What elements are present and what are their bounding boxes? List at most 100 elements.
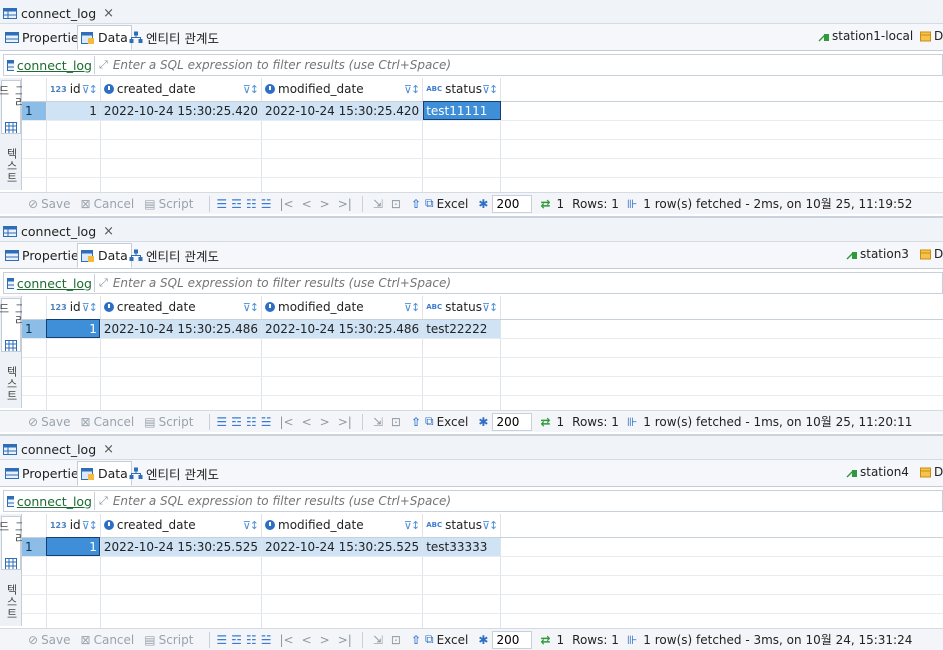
column-header-id[interactable]: 123 id ⊽↕ [46,78,101,102]
editor-tab[interactable]: connect_log × [3,439,114,459]
table-row[interactable]: 1 1 2022-10-24 15:30:25.420 2022-10-24 1… [22,101,943,121]
fetch-next-icon[interactable]: ⇲ [373,415,383,429]
close-icon[interactable]: × [103,6,114,21]
close-icon[interactable]: × [103,224,114,239]
tab-properties[interactable]: Properties [2,461,88,486]
row-number-header[interactable] [22,78,47,102]
edit-row-icon[interactable]: ☰ [216,415,227,429]
cell-created-date[interactable]: 2022-10-24 15:30:25.525 [100,537,263,557]
cell-status[interactable]: test33333 [422,537,502,557]
table-row[interactable]: 1 1 2022-10-24 15:30:25.486 2022-10-24 1… [22,319,943,339]
column-header-status[interactable]: ABC status ⊽↕ [422,78,502,102]
tab-properties[interactable]: Properties [2,243,88,268]
cell-created-date[interactable]: 2022-10-24 15:30:25.420 [100,101,263,121]
refresh-icon[interactable]: ⇄ [540,415,550,429]
grid-view-tab[interactable]: 그리드 [0,298,26,352]
first-page-icon[interactable]: |< [279,633,293,647]
row-number[interactable]: 1 [22,319,47,339]
cell-modified-date[interactable]: 2022-10-24 15:30:25.420 [261,101,424,121]
cell-created-date[interactable]: 2022-10-24 15:30:25.486 [100,319,263,339]
column-header-created-date[interactable]: created_date ⊽↕ [100,296,263,320]
results-grid[interactable]: 123 id ⊽↕ created_date ⊽↕ modified_date ⊽↕ A… [22,514,943,633]
column-header-status[interactable]: ABC status ⊽↕ [422,296,502,320]
filter-sort-icon[interactable]: ⊽↕ [482,83,498,96]
column-header-id[interactable]: 123 id ⊽↕ [46,296,101,320]
fetch-all-icon[interactable]: ⊡ [391,633,401,647]
edit-row-icon[interactable]: ☰ [216,197,227,211]
add-row-icon[interactable]: ☲ [231,197,242,211]
close-icon[interactable]: × [103,442,114,457]
refresh-icon[interactable]: ⇄ [540,633,550,647]
results-grid[interactable]: 123 id ⊽↕ created_date ⊽↕ modified_date ⊽↕ A… [22,296,943,415]
datasource-indicator[interactable]: D [920,29,943,43]
next-page-icon[interactable]: > [320,415,330,429]
cell-status[interactable]: test11111 [422,101,502,121]
export-icon[interactable]: ⇧ [411,197,421,211]
previous-page-icon[interactable]: < [302,197,312,211]
filter-input[interactable] [112,58,813,72]
first-page-icon[interactable]: |< [279,415,293,429]
next-page-icon[interactable]: > [320,633,330,647]
text-view-tab[interactable]: 텍스트 [1,580,21,624]
fetch-next-icon[interactable]: ⇲ [373,633,383,647]
column-header-created-date[interactable]: created_date ⊽↕ [100,514,263,538]
cell-modified-date[interactable]: 2022-10-24 15:30:25.525 [261,537,424,557]
filter-sort-icon[interactable]: ⊽↕ [82,301,98,314]
connection-indicator[interactable]: station1-local [818,29,913,43]
grid-view-tab[interactable]: 그리드 [0,80,26,134]
next-page-icon[interactable]: > [320,197,330,211]
copy-row-icon[interactable]: ☷ [246,197,257,211]
first-page-icon[interactable]: |< [279,197,293,211]
save-button[interactable]: ⊘ Save [28,633,71,647]
cell-status[interactable]: test22222 [422,319,502,339]
filter-sort-icon[interactable]: ⊽↕ [243,83,259,96]
delete-row-icon[interactable]: ☱ [261,197,272,211]
tab-data[interactable]: Data [77,461,132,486]
fetch-size-input[interactable] [492,630,533,649]
delete-row-icon[interactable]: ☱ [261,633,272,647]
filter-sort-icon[interactable]: ⊽↕ [82,83,98,96]
connection-indicator[interactable]: station3 [846,247,909,261]
connection-indicator[interactable]: station4 [846,465,909,479]
table-name-link[interactable]: connect_log [4,58,92,73]
tab-er-diagram[interactable]: 엔티티 관계도 [126,243,222,268]
filter-sort-icon[interactable]: ⊽↕ [404,301,420,314]
filter-sort-icon[interactable]: ⊽↕ [404,83,420,96]
previous-page-icon[interactable]: < [302,415,312,429]
column-header-id[interactable]: 123 id ⊽↕ [46,514,101,538]
cell-id[interactable]: 1 [46,537,101,557]
row-number-header[interactable] [22,514,47,538]
script-button[interactable]: ▤ Script [144,633,193,647]
script-button[interactable]: ▤ Script [144,197,193,211]
copy-row-icon[interactable]: ☷ [246,415,257,429]
column-header-created-date[interactable]: created_date ⊽↕ [100,78,263,102]
delete-row-icon[interactable]: ☱ [261,415,272,429]
excel-export-button[interactable]: ⧉ Excel [425,196,468,211]
filter-input[interactable] [112,276,813,290]
cell-id[interactable]: 1 [46,319,101,339]
tab-data[interactable]: Data [77,25,132,50]
datasource-indicator[interactable]: D [920,247,943,261]
excel-export-button[interactable]: ⧉ Excel [425,414,468,429]
fetch-size-input[interactable] [492,412,533,431]
tab-er-diagram[interactable]: 엔티티 관계도 [126,461,222,486]
filter-sort-icon[interactable]: ⊽↕ [82,519,98,532]
table-row[interactable]: 1 1 2022-10-24 15:30:25.525 2022-10-24 1… [22,537,943,557]
settings-icon[interactable]: ✱ [478,633,488,647]
row-number[interactable]: 1 [22,101,47,121]
copy-row-icon[interactable]: ☷ [246,633,257,647]
fetch-size-input[interactable] [492,194,533,213]
column-header-modified-date[interactable]: modified_date ⊽↕ [261,296,424,320]
filter-sort-icon[interactable]: ⊽↕ [482,519,498,532]
refresh-icon[interactable]: ⇄ [540,197,550,211]
table-name-link[interactable]: connect_log [4,276,92,291]
expand-icon[interactable]: ⤢ [99,58,108,72]
previous-page-icon[interactable]: < [302,633,312,647]
results-grid[interactable]: 123 id ⊽↕ created_date ⊽↕ modified_date ⊽↕ A… [22,78,943,197]
filter-sort-icon[interactable]: ⊽↕ [482,301,498,314]
cancel-button[interactable]: ⊠ Cancel [81,415,135,429]
fetch-all-icon[interactable]: ⊡ [391,415,401,429]
tab-properties[interactable]: Properties [2,25,88,50]
settings-icon[interactable]: ✱ [478,197,488,211]
filter-sort-icon[interactable]: ⊽↕ [404,519,420,532]
